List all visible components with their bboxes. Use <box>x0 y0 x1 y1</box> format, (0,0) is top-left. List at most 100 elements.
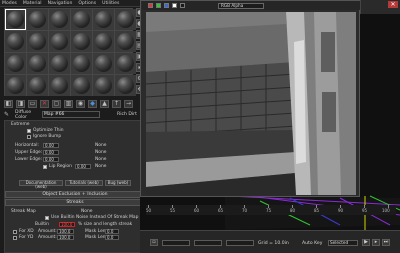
material-slot[interactable] <box>5 53 26 74</box>
mask-lens-spinner[interactable]: 0.0 <box>105 235 119 240</box>
builtin-spinner[interactable]: 100.0 <box>59 222 75 227</box>
material-slot[interactable] <box>115 9 136 30</box>
put-to-library-icon[interactable]: ▥ <box>64 99 73 108</box>
lock-icon[interactable]: ▫ <box>150 239 158 246</box>
upper-edge-spinner[interactable]: 0.00 <box>43 150 59 155</box>
auto-key-button[interactable]: Auto Key <box>302 241 322 246</box>
close-icon[interactable]: ✕ <box>388 1 398 8</box>
make-unique-icon[interactable]: ▢ <box>52 99 61 108</box>
material-slot[interactable] <box>93 75 114 96</box>
material-slot[interactable] <box>5 9 26 30</box>
object-exclusion-rollout[interactable]: Object Exclusion + Inclusion <box>5 191 145 198</box>
go-forward-icon[interactable]: → <box>124 99 133 108</box>
lip-region-spinner[interactable]: 0.00 <box>75 164 91 169</box>
timeline-label: 90 <box>338 208 344 213</box>
selected-dropdown[interactable]: Selected <box>328 240 358 246</box>
material-slot[interactable] <box>27 9 48 30</box>
coord-y-field[interactable] <box>194 240 222 246</box>
material-slot[interactable] <box>27 53 48 74</box>
material-type-button[interactable]: Rich Dirt <box>117 112 137 117</box>
end-frame-icon[interactable]: ⏭ <box>382 239 390 246</box>
menu-options[interactable]: Options <box>78 1 96 6</box>
sphere-preview <box>73 77 90 94</box>
material-id-icon[interactable]: ◉ <box>76 99 85 108</box>
show-end-result-icon[interactable]: ▲ <box>100 99 109 108</box>
optimize-thin-checkbox[interactable] <box>27 129 31 133</box>
assign-to-selection-icon[interactable]: ▭ <box>28 99 37 108</box>
put-to-scene-icon[interactable]: ◨ <box>16 99 25 108</box>
material-name-row: ✎ Diffuse Color Map #66 Rich Dirt <box>4 110 146 120</box>
horizontal-spinner[interactable]: 0.00 <box>43 143 59 148</box>
play-icon[interactable]: ▶ <box>362 239 370 246</box>
get-material-icon[interactable]: ◧ <box>4 99 13 108</box>
upper-edge-map-button[interactable]: None <box>95 150 106 155</box>
channel-dropdown[interactable]: RGB Alpha <box>218 2 264 9</box>
menu-utilities[interactable]: Utilities <box>102 1 119 6</box>
material-slot[interactable] <box>5 75 26 96</box>
tutorials-button[interactable]: Tutorials (web) <box>65 180 103 186</box>
for-yd-checkbox[interactable] <box>13 236 17 240</box>
editor-menubar: Modes Material Navigation Options Utilit… <box>0 0 148 7</box>
material-slot[interactable] <box>115 31 136 52</box>
material-slot[interactable] <box>27 31 48 52</box>
material-slot[interactable] <box>71 75 92 96</box>
lower-edge-label: Lower Edge: <box>15 157 43 162</box>
material-name-field[interactable]: Map #66 <box>42 111 100 118</box>
parameters-panel: Extreme Optimize Thin Ignore Bump Horizo… <box>4 120 146 253</box>
timeline-label: 55 <box>170 208 176 213</box>
lip-region-checkbox[interactable] <box>43 165 47 169</box>
material-slot[interactable] <box>5 31 26 52</box>
material-slot[interactable] <box>49 53 70 74</box>
green-channel-swatch[interactable] <box>156 3 161 8</box>
material-slot[interactable] <box>93 9 114 30</box>
material-slot[interactable] <box>49 31 70 52</box>
go-to-parent-icon[interactable]: ↑ <box>112 99 121 108</box>
material-slot-grid <box>4 8 136 96</box>
mask-len-spinner[interactable]: 0.0 <box>105 229 119 234</box>
material-slot[interactable] <box>71 9 92 30</box>
menu-material[interactable]: Material <box>23 1 42 6</box>
ignore-bump-checkbox[interactable] <box>27 135 31 139</box>
mono-channel-swatch[interactable] <box>180 3 185 8</box>
sphere-preview <box>117 77 134 94</box>
material-slot[interactable] <box>49 75 70 96</box>
next-frame-icon[interactable]: ▸ <box>372 239 380 246</box>
amount-spinner[interactable]: 100.0 <box>57 229 74 234</box>
lower-edge-map-button[interactable]: None <box>95 157 106 162</box>
menu-modes[interactable]: Modes <box>2 1 17 6</box>
lip-region-map-button[interactable]: None <box>95 164 106 169</box>
material-slot[interactable] <box>93 53 114 74</box>
coord-x-field[interactable] <box>162 240 190 246</box>
material-slot[interactable] <box>49 9 70 30</box>
material-slot[interactable] <box>71 31 92 52</box>
bug-button[interactable]: Bug (web) <box>105 180 131 186</box>
reset-map-icon[interactable]: ✕ <box>40 99 49 108</box>
red-channel-swatch[interactable] <box>148 3 153 8</box>
grid-readout: Grid = 10.0in <box>258 241 289 246</box>
sphere-preview <box>7 11 24 28</box>
horizontal-map-button[interactable]: None <box>95 143 106 148</box>
material-slot[interactable] <box>27 75 48 96</box>
alpha-channel-swatch[interactable] <box>172 3 177 8</box>
lower-edge-spinner[interactable]: 0.00 <box>43 157 59 162</box>
use-builtin-checkbox[interactable] <box>45 216 49 220</box>
menu-navigation[interactable]: Navigation <box>48 1 73 6</box>
use-builtin-label: Use Builtin Noise Instead Of Streak Map <box>51 215 139 220</box>
blue-channel-swatch[interactable] <box>164 3 169 8</box>
material-slot[interactable] <box>115 53 136 74</box>
documentation-button[interactable]: Documentation (web) <box>19 180 63 189</box>
material-slot[interactable] <box>71 53 92 74</box>
eyedropper-icon[interactable]: ✎ <box>4 111 12 119</box>
material-slot[interactable] <box>93 31 114 52</box>
for-xd-checkbox[interactable] <box>13 230 17 234</box>
show-map-icon[interactable]: ◆ <box>88 99 97 108</box>
material-slot[interactable] <box>115 75 136 96</box>
timeline-label: 100 <box>382 208 390 213</box>
sphere-preview <box>51 33 68 50</box>
streaks-rollout[interactable]: Streaks <box>5 199 145 206</box>
sphere-preview <box>95 77 112 94</box>
timeline-ruler[interactable]: 50 55 60 65 70 75 80 85 90 95 100 <box>146 205 396 215</box>
amount2-spinner[interactable]: 100.0 <box>57 235 74 240</box>
streak-map-button[interactable]: None <box>81 209 92 214</box>
coord-z-field[interactable] <box>226 240 254 246</box>
